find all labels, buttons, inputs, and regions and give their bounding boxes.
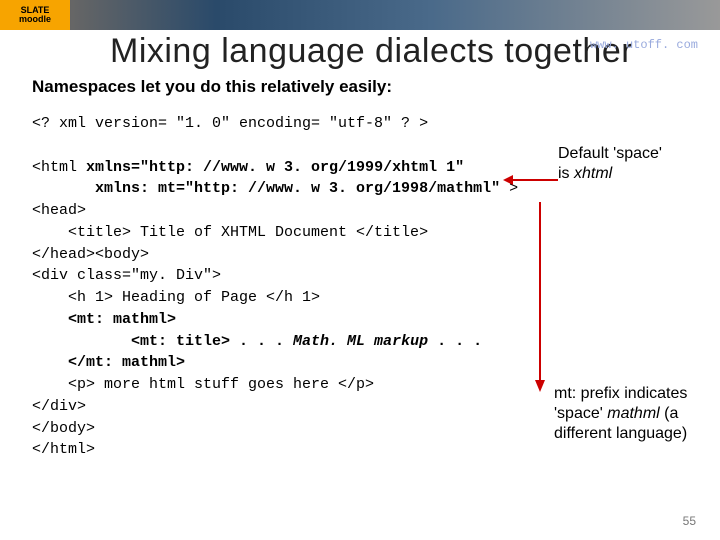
code-line: <title> Title of XHTML Document </title> [32,224,428,241]
page-number: 55 [683,514,696,528]
top-banner: SLATE moodle [0,0,720,30]
code-line-bolditalic: Math. ML markup [293,333,428,350]
annotation-default-space: Default 'space' is xhtml [558,144,708,184]
note-line-italic: mathml [607,405,659,422]
code-line: </body> [32,420,95,437]
note-line: mt: [554,385,581,402]
code-line: </div> [32,398,86,415]
code-line: </html> [32,441,95,458]
note-line: different language) [554,425,687,442]
code-line-bold: </mt: mathml> [32,354,185,371]
code-line: <html [32,159,86,176]
code-line: <h 1> Heading of Page </h 1> [32,289,320,306]
code-line: <? xml version= "1. 0" encoding= "utf-8"… [32,115,428,132]
code-line-bold: xmlns="http: //www. w 3. org/1999/xhtml … [86,159,464,176]
note-line: Default 'space' [558,145,662,162]
slide-subtitle: Namespaces let you do this relatively ea… [32,77,720,97]
code-line-bold: <mt: mathml> [32,311,176,328]
url-watermark: www. utoff. com [590,38,698,52]
annotation-mt-prefix: mt: prefix indicates 'space' mathml (a d… [554,384,704,444]
code-line: <div class="my. Div"> [32,267,221,284]
note-line: prefix indicates [581,385,688,402]
note-line: (a [660,405,679,422]
note-line: 'space' [554,405,607,422]
code-line: > [500,180,518,197]
brand-bottom: moodle [19,15,51,24]
brand-badge: SLATE moodle [0,0,70,30]
code-line-bold: xmlns: mt="http: //www. w 3. org/1998/ma… [32,180,500,197]
code-line-bold: <mt: title> . . . [32,333,293,350]
code-line-bold: . . . [428,333,482,350]
note-line: is [558,165,574,182]
code-line: <head> [32,202,86,219]
code-line: </head><body> [32,246,149,263]
note-line-italic: xhtml [574,165,612,182]
code-line: <p> more html stuff goes here </p> [32,376,374,393]
